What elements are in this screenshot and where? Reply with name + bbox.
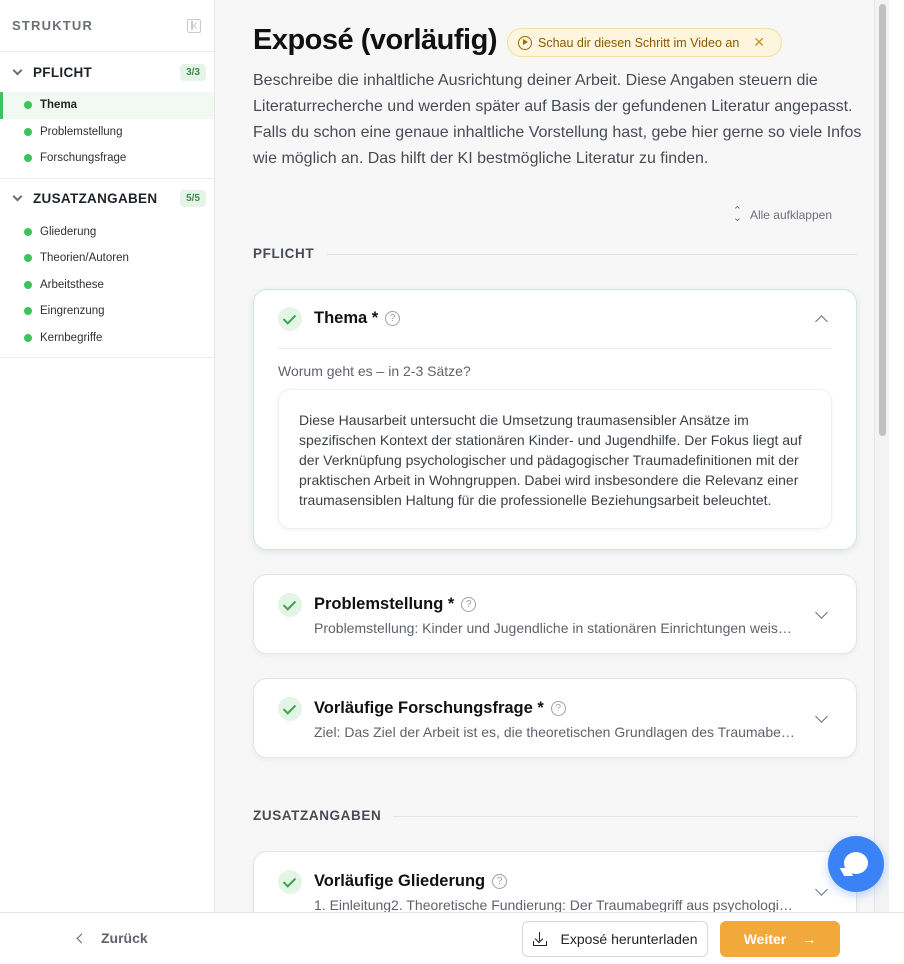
chat-icon: [844, 852, 868, 874]
chevron-down-icon[interactable]: [815, 606, 828, 619]
footer-bar: Zurück Exposé herunterladen Weiter →: [0, 912, 904, 964]
page-title: Exposé (vorläufig): [253, 24, 498, 56]
video-hint-chip[interactable]: Schau dir diesen Schritt im Video an ✕: [507, 28, 783, 57]
section-divider: [327, 254, 857, 255]
status-dot-icon: [24, 333, 32, 342]
chat-button[interactable]: [828, 836, 884, 892]
sidebar-item-thema[interactable]: Thema: [0, 92, 214, 119]
sidebar-item-problemstellung[interactable]: Problemstellung: [0, 119, 214, 146]
close-icon[interactable]: ✕: [753, 34, 765, 51]
card-header-problemstellung: Problemstellung * ?: [314, 595, 477, 614]
next-label: Weiter: [743, 931, 787, 947]
sidebar-item-label: Problemstellung: [40, 125, 123, 138]
sidebar-section-pflicht: PFLICHT 3/3 Thema Problemstellung Forsch…: [0, 52, 214, 179]
arrow-right-icon: →: [802, 931, 817, 947]
section-heading-zusatzangaben: ZUSATZANGABEN: [253, 808, 382, 823]
help-icon[interactable]: ?: [461, 597, 477, 612]
intro-text: Beschreibe die inhaltliche Ausrichtung d…: [253, 72, 862, 167]
download-label: Exposé herunterladen: [560, 931, 698, 947]
sidebar-item-eingrenzung[interactable]: Eingrenzung: [0, 298, 214, 325]
chevron-down-icon: [12, 65, 23, 75]
section-divider: [393, 816, 857, 817]
answer-textarea[interactable]: Diese Hausarbeit untersucht die Umsetzun…: [278, 389, 832, 529]
collapse-sidebar-icon[interactable]: [187, 18, 201, 33]
scrollbar-thumb[interactable]: [879, 4, 886, 436]
sidebar-section-toggle-zusatzangaben[interactable]: ZUSATZANGABEN 5/5: [0, 179, 214, 219]
back-button[interactable]: Zurück: [76, 930, 148, 946]
card-problemstellung[interactable]: Problemstellung * ? Problemstellung: Kin…: [253, 574, 857, 654]
question-label: Worum geht es – in 2-3 Sätze?: [278, 363, 471, 379]
progress-badge: 3/3: [180, 63, 206, 81]
sidebar-item-arbeitsthese[interactable]: Arbeitsthese: [0, 272, 214, 299]
card-gliederung[interactable]: Vorläufige Gliederung ? 1. Einleitung2. …: [253, 851, 857, 912]
expand-all-button[interactable]: ⌃ ⌄ Alle aufklappen: [732, 205, 832, 224]
video-hint-label: Schau dir diesen Schritt im Video an: [538, 35, 740, 50]
check-icon: [278, 593, 302, 617]
main-content: Exposé (vorläufig) Schau dir diesen Schr…: [215, 0, 889, 912]
sidebar: STRUKTUR PFLICHT 3/3 Thema Problemstellu…: [0, 0, 215, 912]
sidebar-item-label: Kernbegriffe: [40, 331, 103, 344]
sidebar-section-zusatzangaben: ZUSATZANGABEN 5/5 Gliederung Theorien/Au…: [0, 179, 214, 358]
card-header-thema[interactable]: Thema * ?: [314, 309, 401, 328]
card-header-gliederung: Vorläufige Gliederung ?: [314, 872, 508, 891]
next-button[interactable]: Weiter →: [720, 921, 840, 957]
chevron-left-icon: [76, 933, 87, 943]
check-icon: [278, 697, 302, 721]
card-divider: [278, 348, 832, 349]
card-title: Vorläufige Gliederung: [314, 872, 486, 890]
card-summary: Ziel: Das Ziel der Arbeit ist es, die th…: [314, 724, 798, 740]
card-thema: Thema * ? Worum geht es – in 2-3 Sätze? …: [253, 289, 857, 550]
sidebar-item-label: Arbeitsthese: [40, 278, 104, 291]
expand-all-label: Alle aufklappen: [749, 208, 832, 222]
sidebar-item-forschungsfrage[interactable]: Forschungsfrage: [0, 145, 214, 172]
sidebar-item-label: Thema: [40, 99, 78, 112]
sidebar-item-kernbegriffe[interactable]: Kernbegriffe: [0, 325, 214, 352]
section-heading-pflicht: PFLICHT: [253, 246, 315, 261]
status-dot-icon: [24, 227, 32, 236]
help-icon[interactable]: ?: [492, 874, 508, 889]
card-header-forschungsfrage: Vorläufige Forschungsfrage * ?: [314, 699, 566, 718]
chevron-down-icon: [12, 191, 23, 202]
check-icon: [278, 870, 302, 894]
download-icon: [532, 932, 547, 946]
sidebar-section-title: PFLICHT: [33, 64, 93, 80]
scrollbar[interactable]: [874, 0, 889, 912]
sidebar-section-toggle-pflicht[interactable]: PFLICHT 3/3: [0, 52, 214, 92]
status-dot-icon: [24, 307, 32, 316]
back-label: Zurück: [101, 930, 148, 946]
sidebar-item-label: Forschungsfrage: [40, 152, 127, 165]
help-icon[interactable]: ?: [550, 701, 566, 716]
chevron-down-icon[interactable]: [815, 883, 828, 896]
status-dot-icon: [24, 127, 32, 136]
expand-collapse-icon: ⌃ ⌄: [732, 205, 742, 224]
status-dot-icon: [24, 280, 32, 289]
sidebar-item-label: Theorien/Autoren: [40, 252, 129, 265]
sidebar-section-title: ZUSATZANGABEN: [33, 191, 158, 206]
card-summary: 1. Einleitung2. Theoretische Fundierung:…: [314, 897, 798, 912]
help-icon[interactable]: ?: [385, 311, 401, 326]
sidebar-item-theorien-autoren[interactable]: Theorien/Autoren: [0, 245, 214, 272]
sidebar-item-label: Eingrenzung: [40, 305, 105, 318]
download-expose-button[interactable]: Exposé herunterladen: [522, 921, 708, 957]
status-dot-icon: [24, 254, 32, 263]
card-summary: Problemstellung: Kinder und Jugendliche …: [314, 620, 798, 636]
status-dot-icon: [24, 101, 32, 110]
status-dot-icon: [24, 154, 32, 163]
card-title: Thema *: [314, 309, 379, 327]
play-icon: [518, 35, 532, 50]
sidebar-title: STRUKTUR: [12, 18, 94, 33]
check-icon: [278, 307, 302, 331]
card-forschungsfrage[interactable]: Vorläufige Forschungsfrage * ? Ziel: Das…: [253, 678, 857, 758]
sidebar-item-label: Gliederung: [40, 225, 97, 238]
sidebar-item-gliederung[interactable]: Gliederung: [0, 219, 214, 246]
chevron-down-icon[interactable]: [815, 710, 828, 723]
card-title: Vorläufige Forschungsfrage *: [314, 699, 544, 717]
chevron-up-icon[interactable]: [815, 315, 828, 328]
card-title: Problemstellung *: [314, 595, 455, 613]
progress-badge: 5/5: [180, 190, 206, 207]
sidebar-header: STRUKTUR: [0, 0, 214, 52]
